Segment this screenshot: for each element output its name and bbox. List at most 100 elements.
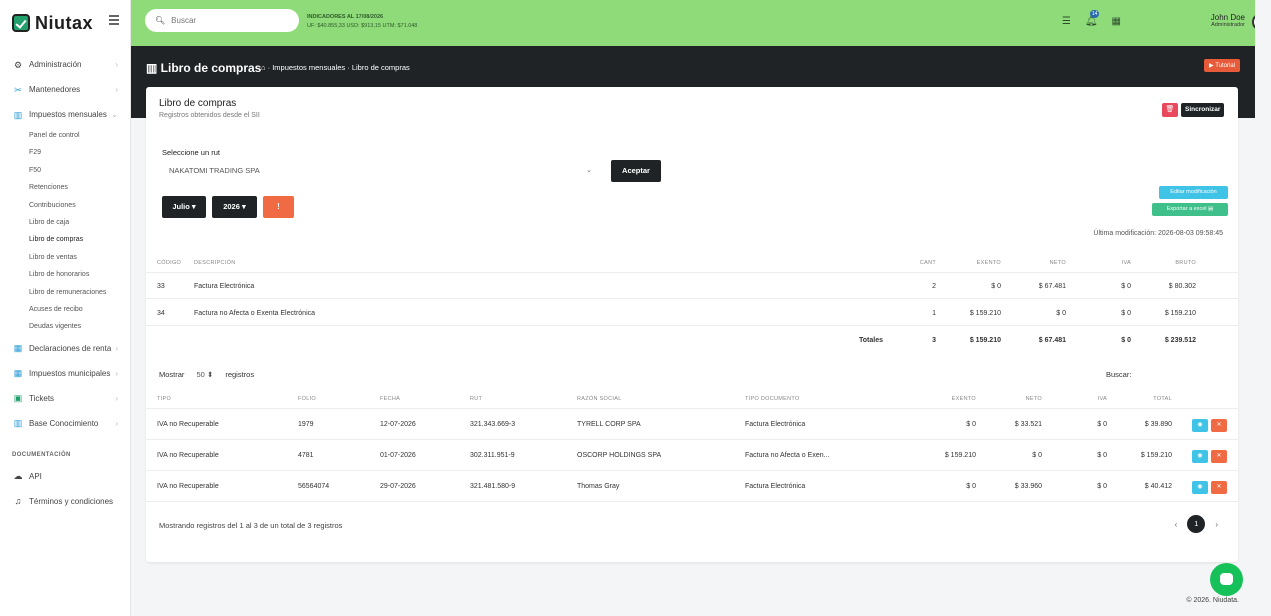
delete-button[interactable]: 🗑︎ xyxy=(1162,103,1178,117)
chart-icon: ▦ xyxy=(13,343,23,354)
sidebar-subitem-contribuciones[interactable]: Contribuciones xyxy=(0,197,130,214)
col-header[interactable]: TIPO DOCUMENTO xyxy=(745,396,800,402)
chevron-right-icon: › xyxy=(115,393,118,403)
table-search[interactable]: Buscar: xyxy=(1106,370,1131,379)
card-title: Libro de compras xyxy=(159,98,237,109)
export-excel-button[interactable]: Exportar a excel ▤ xyxy=(1152,203,1228,216)
main-card: Libro de compras Registros obtenidos des… xyxy=(146,87,1238,562)
accept-button[interactable]: Aceptar xyxy=(611,160,661,182)
sidebar-item-api[interactable]: ☁ API xyxy=(0,464,130,489)
year-dropdown[interactable]: 2026 ▾ xyxy=(212,196,257,218)
cell: 01-07-2026 xyxy=(380,452,416,459)
cell: $ 33.521 xyxy=(1014,421,1042,428)
sidebar-item-administracion[interactable]: ⚙ Administración › xyxy=(0,52,130,77)
remove-button[interactable]: ✕ xyxy=(1211,419,1227,432)
cell: 4781 xyxy=(298,452,314,459)
remove-button[interactable]: ✕ xyxy=(1211,450,1227,463)
chevron-right-icon: › xyxy=(115,85,118,94)
sidebar-subitem-f50[interactable]: F50 xyxy=(0,162,130,179)
user-menu[interactable]: John Doe Administrador xyxy=(1211,13,1270,31)
search-input[interactable] xyxy=(171,16,292,25)
month-dropdown[interactable]: Julio ▾ xyxy=(162,196,206,218)
page-title-text: Libro de compras xyxy=(160,61,262,75)
sidebar-subitem-f29[interactable]: F29 xyxy=(0,144,130,161)
sidebar-item-impuestos-mensuales[interactable]: ▥ Impuestos mensuales ⌄ xyxy=(0,102,130,127)
cell: IVA no Recuperable xyxy=(157,452,219,459)
sidebar-subitem-acuses[interactable]: Acuses de recibo xyxy=(0,301,130,318)
last-modified: Última modificación: 2026-08-03 09:58:45 xyxy=(1093,230,1223,237)
cell: $ 0 xyxy=(991,283,1001,290)
chevron-down-icon: ⌄ xyxy=(586,167,592,174)
view-button[interactable]: ◉ xyxy=(1192,481,1208,494)
breadcrumb-item[interactable]: Impuestos mensuales xyxy=(272,63,345,72)
sync-button[interactable]: Sincronizar xyxy=(1181,103,1225,117)
show-label: Mostrar xyxy=(159,370,185,379)
col-header[interactable]: IVA xyxy=(1061,396,1107,402)
cell: $ 0 xyxy=(966,483,976,490)
pagination: ‹ 1 › xyxy=(1175,515,1218,533)
cell: 2 xyxy=(932,283,936,290)
chevron-right-icon: › xyxy=(115,368,118,378)
cell: $ 0 xyxy=(1032,452,1042,459)
cell: OSCORP HOLDINGS SPA xyxy=(577,452,662,459)
cell: $ 159.210 xyxy=(969,337,1001,344)
cell: IVA no Recuperable xyxy=(157,421,219,428)
chevron-right-icon[interactable]: › xyxy=(1215,520,1218,529)
remove-button[interactable]: ✕ xyxy=(1211,481,1227,494)
sidebar-item-base-conocimiento[interactable]: ▥ Base Conocimiento › xyxy=(0,411,130,436)
brand[interactable]: Niutax xyxy=(0,0,130,46)
sidebar-subitem-retenciones[interactable]: Retenciones xyxy=(0,179,130,196)
apps-grid-icon[interactable]: ▦ xyxy=(1112,16,1121,27)
user-role: Administrador xyxy=(1211,22,1245,28)
sidebar-subitem-libro-remuneraciones[interactable]: Libro de remuneraciones xyxy=(0,284,130,301)
sidebar-subitem-panel[interactable]: Panel de control xyxy=(0,127,130,144)
view-button[interactable]: ◉ xyxy=(1192,419,1208,432)
chat-bubble-icon[interactable] xyxy=(1210,563,1243,596)
col-header[interactable]: TIPO xyxy=(157,396,171,402)
col-header[interactable]: TOTAL xyxy=(1126,396,1172,402)
edit-modification-button[interactable]: Editar modificación xyxy=(1159,186,1228,199)
cell: $ 0 xyxy=(1056,310,1066,317)
sidebar-item-impuestos-municipales[interactable]: ▦ Impuestos municipales › xyxy=(0,361,130,386)
sidebar-subitem-libro-caja[interactable]: Libro de caja xyxy=(0,214,130,231)
list-icon[interactable]: ☰ xyxy=(1062,16,1071,27)
page-button[interactable]: 1 xyxy=(1187,515,1206,533)
sidebar-subitem-deudas[interactable]: Deudas vigentes xyxy=(0,318,130,335)
col-header: CÓDIGO xyxy=(157,260,182,266)
view-button[interactable]: ◉ xyxy=(1192,450,1208,463)
cell: 34 xyxy=(157,310,165,317)
warning-button[interactable]: ! xyxy=(263,196,294,218)
col-header[interactable]: RAZÓN SOCIAL xyxy=(577,396,622,402)
search-box[interactable]: 🔍︎ xyxy=(145,9,299,32)
sidebar-subitem-libro-honorarios[interactable]: Libro de honorarios xyxy=(0,266,130,283)
sidebar-item-mantenedores[interactable]: ✂ Mantenedores › xyxy=(0,77,130,102)
sidebar-item-label: Tickets xyxy=(29,393,55,403)
home-icon[interactable]: ⌂ xyxy=(261,63,266,72)
sidebar-item-label: Base Conocimiento xyxy=(29,418,99,428)
cell: TYRELL CORP SPA xyxy=(577,421,641,428)
col-header[interactable]: FOLIO xyxy=(298,396,316,402)
sidebar-item-tickets[interactable]: ▣ Tickets › xyxy=(0,386,130,411)
sidebar-subitem-libro-compras[interactable]: Libro de compras xyxy=(0,231,130,248)
sidebar-item-terminos[interactable]: ♫ Términos y condiciones xyxy=(0,489,130,514)
excel-icon: ▤ xyxy=(1208,206,1214,212)
cloud-icon: ☁ xyxy=(13,471,23,482)
rut-select[interactable]: NAKATOMI TRADING SPA ⌄ xyxy=(162,163,596,179)
col-header[interactable]: RUT xyxy=(470,396,482,402)
ticket-icon: ▣ xyxy=(13,393,23,404)
chevron-left-icon[interactable]: ‹ xyxy=(1175,520,1178,529)
col-header[interactable]: FECHA xyxy=(380,396,400,402)
menu-toggle-icon[interactable] xyxy=(109,15,119,27)
logo-icon xyxy=(12,14,30,32)
cell: Factura Electrónica xyxy=(745,483,806,490)
sidebar-item-declaraciones-renta[interactable]: ▦ Declaraciones de renta › xyxy=(0,336,130,361)
page-length-select[interactable]: 50 ⬍ xyxy=(197,370,214,379)
col-header[interactable]: NETO xyxy=(996,396,1042,402)
sidebar-subitem-libro-ventas[interactable]: Libro de ventas xyxy=(0,249,130,266)
col-header[interactable]: EXENTO xyxy=(926,396,976,402)
cell: 33 xyxy=(157,283,165,290)
cell: $ 159.210 xyxy=(1164,310,1196,317)
cell: $ 159.210 xyxy=(969,310,1001,317)
tutorial-button[interactable]: ▶ Tutorial xyxy=(1204,59,1240,72)
bell-icon[interactable]: 🔔︎ 14 xyxy=(1085,10,1100,27)
